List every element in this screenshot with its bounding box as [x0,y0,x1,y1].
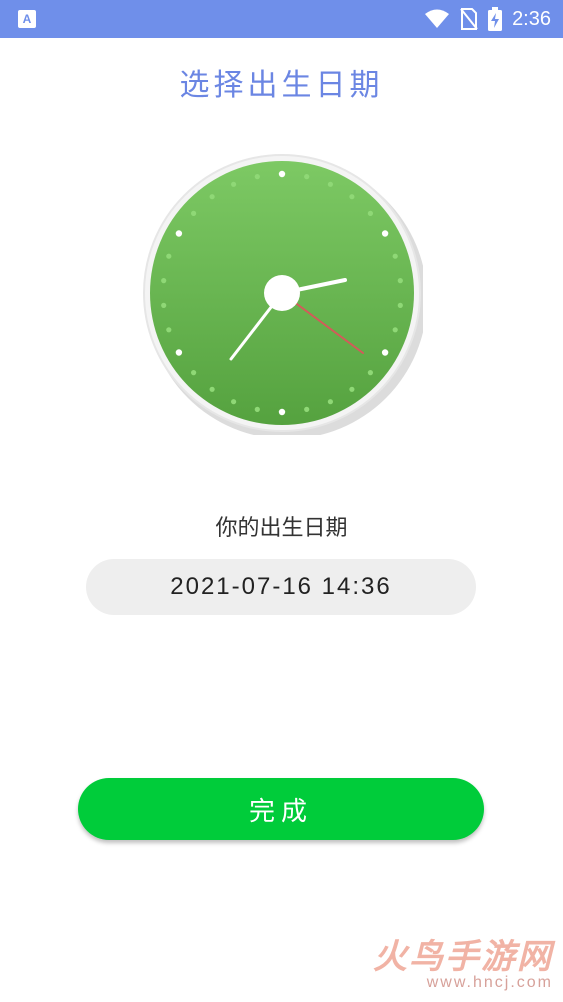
clock-tick [175,230,183,237]
done-button[interactable]: 完成 [78,778,484,840]
clock-tick [367,210,373,216]
page-title: 选择出生日期 [179,68,384,103]
clock-tick [175,349,183,356]
clock-tick [254,174,260,180]
clock-tick [191,370,197,376]
clock-tick [161,302,167,308]
birth-date-value: 2021-07-16 14:36 [170,573,392,600]
clock-tick [349,386,355,392]
clock-tick [209,386,215,392]
clock-tick [349,194,355,200]
clock-tick [327,399,333,405]
clock-tick [278,408,286,416]
clock-tick [304,406,310,412]
birth-date-field[interactable]: 2021-07-16 14:36 [86,559,476,615]
clock-tick [209,194,215,200]
clock-tick [392,253,398,259]
clock-tick [166,253,172,259]
clock-tick [327,181,333,187]
clock-tick [161,278,167,284]
status-time: 2:36 [512,7,551,30]
clock-tick [191,210,197,216]
app-notification-icon: A [18,10,36,28]
done-button-label: 完成 [248,796,313,827]
watermark-logo: 火鸟手游网 www.hncj.com [373,929,553,992]
status-bar: A 2:36 [0,0,563,38]
clock-tick [304,174,310,180]
clock-tick [231,399,237,405]
clock-tick [278,170,286,178]
watermark-title: 火鸟手游网 [373,937,553,977]
clock-tick [367,370,373,376]
status-icons: 2:36 [424,7,551,31]
clock-tick [381,349,389,356]
clock-tick [397,302,403,308]
clock-tick [381,230,389,237]
clock-tick [166,327,172,333]
birth-date-label: 你的出生日期 [215,516,348,541]
clock-illustration [143,153,423,435]
clock-tick [231,181,237,187]
wifi-icon [425,9,450,28]
clock-tick [254,406,260,412]
clock-tick [392,327,398,333]
clock-tick [397,278,403,284]
battery-charging-icon [488,7,503,31]
no-sim-icon [460,8,478,30]
